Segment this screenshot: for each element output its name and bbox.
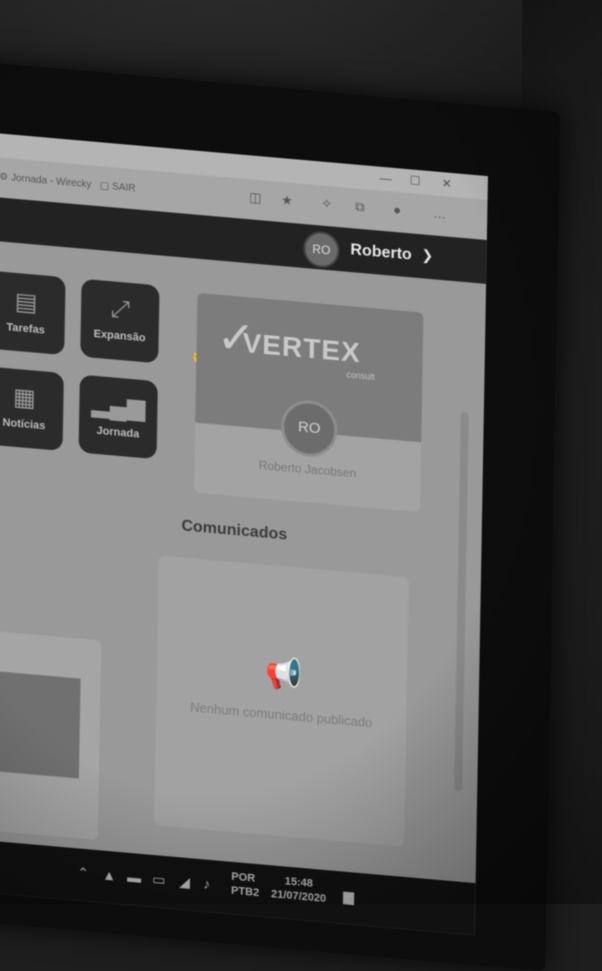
logo-sub: consult — [346, 369, 375, 383]
maximize-icon[interactable]: ☐ — [410, 173, 421, 188]
left-banner: S — [0, 667, 81, 779]
tile-label: Jornada — [96, 424, 140, 441]
user-name[interactable]: Roberto — [350, 241, 412, 264]
profile-icon[interactable]: ● — [393, 202, 401, 218]
expand-icon: ⤢ — [110, 295, 130, 324]
close-icon[interactable]: ✕ — [442, 176, 452, 191]
tab-title-text: Jornada - Wirecky — [10, 172, 92, 191]
minimize-icon[interactable]: — — [380, 171, 392, 186]
announcements-panel: 📢 Nenhum comunicado publicado — [154, 555, 409, 847]
notification-icon[interactable]: ▆ — [343, 888, 354, 906]
announcements-title: Comunicados — [181, 517, 288, 544]
profile-full-name: Roberto Jacobsen — [258, 458, 357, 481]
main-content: ▤ Tarefas ⤢ Expansão ▦ Notícias ▂▄▆ Jorn… — [0, 237, 487, 936]
tab-title[interactable]: ⚙ Jornada - Wirecky ▢ SAIR — [0, 171, 136, 194]
tile-noticias[interactable]: ▦ Notícias — [0, 366, 64, 452]
profile-card: ✓ VERTEX consult RO Roberto Jacobsen — [193, 292, 424, 513]
header-avatar[interactable]: RO — [303, 230, 340, 270]
tile-label: Expansão — [93, 327, 146, 345]
wifi-icon[interactable]: ◢ — [179, 873, 190, 891]
chevron-up-icon[interactable]: ⌃ — [77, 864, 89, 882]
battery-icon[interactable]: ▭ — [152, 871, 166, 889]
tile-expansao[interactable]: ⤢ Expansão — [80, 278, 160, 364]
tile-label: Tarefas — [6, 321, 45, 337]
news-icon: ▦ — [12, 383, 36, 413]
tile-jornada[interactable]: ▂▄▆ Jornada — [78, 374, 158, 460]
language-indicator[interactable]: POR PTB2 — [231, 870, 260, 900]
collections-icon[interactable]: ⧉ — [355, 199, 365, 216]
clock-time: 15:48 — [284, 875, 314, 890]
signal-icon: ▂▄▆ — [91, 390, 146, 423]
tile-tarefas[interactable]: ▤ Tarefas — [0, 270, 66, 356]
more-icon[interactable]: … — [433, 205, 446, 221]
left-panel: S — [0, 627, 102, 841]
clock[interactable]: 15:48 21/07/2020 — [271, 873, 327, 906]
favorites-icon[interactable]: ✧ — [321, 196, 332, 213]
tasks-icon: ▤ — [14, 287, 38, 317]
reader-icon[interactable]: ◫ — [249, 189, 262, 206]
announcements-empty-text: Nenhum comunicado publicado — [190, 699, 373, 731]
scrollbar[interactable] — [454, 411, 469, 792]
layout-text: PTB2 — [230, 884, 260, 900]
monitor-screen: — ☐ ✕ ⚙ Jornada - Wirecky ▢ SAIR ◫ ★ ✧ ⧉… — [0, 130, 488, 936]
folder-icon[interactable]: ▬ — [127, 869, 141, 886]
language-text: POR — [231, 870, 256, 885]
megaphone-icon: 📢 — [264, 655, 303, 692]
app-icon[interactable]: ▲ — [102, 867, 116, 884]
star-icon[interactable]: ★ — [281, 192, 293, 209]
vertex-logo: VERTEX — [242, 326, 361, 369]
volume-icon[interactable]: ♪ — [203, 875, 210, 892]
chevron-down-icon[interactable]: ❯ — [421, 246, 433, 264]
tile-label: Notícias — [2, 416, 46, 433]
clock-date: 21/07/2020 — [270, 888, 327, 906]
tab-extra-text: SAIR — [112, 181, 136, 195]
